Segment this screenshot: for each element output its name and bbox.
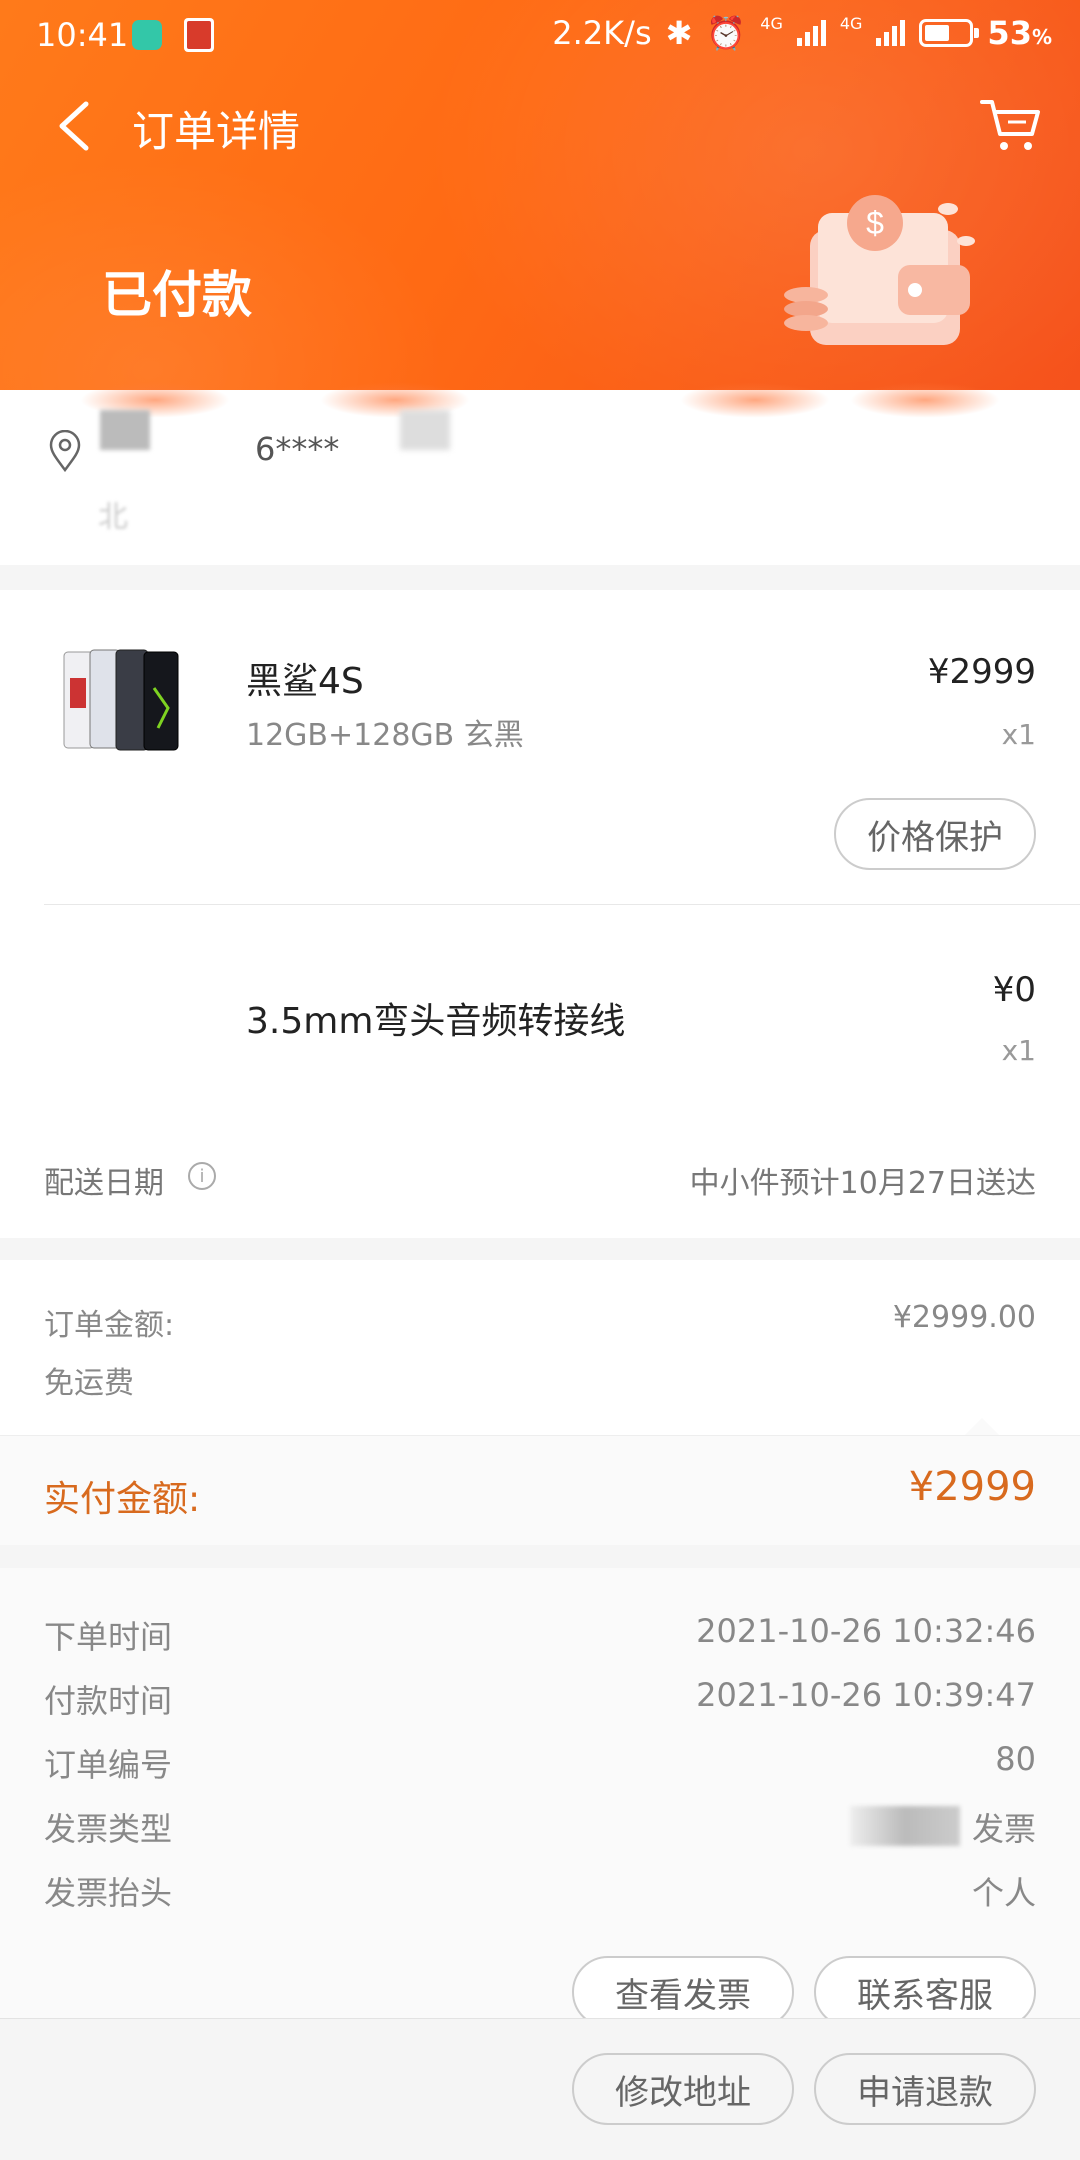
order-amount-label: 订单金额: xyxy=(44,1308,175,1343)
pay-time-value: 2021-10-26 10:39:47 xyxy=(696,1676,1036,1714)
item-quantity: x1 xyxy=(1001,718,1036,751)
recipient-phone: 6**** xyxy=(255,430,340,468)
redacted xyxy=(850,1806,960,1846)
order-time-value: 2021-10-26 10:32:46 xyxy=(696,1612,1036,1650)
status-bar: 10:41 2.2K/s ✱ ⏰ 4G 4G 53% xyxy=(0,0,1080,70)
decor xyxy=(850,382,1000,418)
address-card[interactable]: 6**** 北 xyxy=(0,382,1080,565)
battery-icon xyxy=(919,19,980,47)
invoice-title-value: 个人 xyxy=(971,1874,1036,1912)
invoice-title-label: 发票抬头 xyxy=(44,1874,173,1912)
gift-item-name[interactable]: 3.5mm弯头音频转接线 xyxy=(246,992,625,1044)
item-price: ¥2999 xyxy=(927,652,1036,692)
product-thumbnail[interactable] xyxy=(62,648,182,758)
network-type-2: 4G xyxy=(839,14,863,33)
decor xyxy=(680,382,830,418)
signal-icon xyxy=(876,20,906,46)
battery-level: 53% xyxy=(987,14,1052,52)
modify-address-button[interactable]: 修改地址 xyxy=(572,2053,794,2125)
item-name[interactable]: 黑鲨4S xyxy=(246,652,364,704)
signal-icon xyxy=(796,20,826,46)
address-line: 北 xyxy=(98,500,128,535)
nav-bar: 订单详情 xyxy=(0,80,1080,180)
bottom-action-bar: 修改地址 申请退款 xyxy=(0,2018,1080,2160)
invoice-type-value: 发票 xyxy=(971,1810,1036,1848)
redacted xyxy=(400,410,450,450)
order-number-value[interactable]: 80 xyxy=(995,1740,1036,1778)
delivery-date-label: 配送日期 xyxy=(44,1166,164,1201)
gift-item-price: ¥0 xyxy=(992,970,1036,1010)
status-time: 10:41 xyxy=(36,16,129,54)
back-arrow-icon[interactable] xyxy=(50,96,110,156)
paid-amount-label: 实付金额: xyxy=(44,1479,201,1520)
svg-text:$: $ xyxy=(866,205,884,241)
order-time-label: 下单时间 xyxy=(44,1618,173,1656)
securities-app-icon xyxy=(184,18,214,52)
cart-icon[interactable] xyxy=(978,94,1044,156)
alarm-icon: ⏰ xyxy=(706,14,747,52)
delivery-date-value: 中小件预计10月27日送达 xyxy=(689,1166,1036,1201)
amount-card: 订单金额: ¥2999.00 免运费 xyxy=(0,1260,1080,1436)
wallet-illustration-icon: $ xyxy=(784,195,975,345)
network-type-1: 4G xyxy=(760,14,783,33)
pay-time-label: 付款时间 xyxy=(44,1682,173,1720)
battery-saver-app-icon xyxy=(132,20,162,50)
location-pin-icon xyxy=(49,430,81,472)
page-title: 订单详情 xyxy=(132,107,301,156)
refund-button[interactable]: 申请退款 xyxy=(814,2053,1036,2125)
paid-amount-row: 实付金额: ¥2999 xyxy=(0,1435,1080,1545)
shipping-label: 免运费 xyxy=(44,1366,134,1401)
order-status: 已付款 xyxy=(102,266,252,324)
order-meta-card: 下单时间 2021-10-26 10:32:46 付款时间 2021-10-26… xyxy=(0,1568,1080,2028)
divider xyxy=(44,904,1080,905)
order-amount-value: ¥2999.00 xyxy=(892,1300,1036,1335)
info-icon[interactable]: i xyxy=(188,1162,216,1190)
gift-item-quantity: x1 xyxy=(1001,1034,1036,1067)
status-icons: 2.2K/s ✱ ⏰ 4G 4G 53% xyxy=(552,14,1052,52)
price-protection-button[interactable]: 价格保护 xyxy=(834,798,1036,870)
paid-amount-value: ¥2999 xyxy=(908,1464,1036,1510)
network-speed: 2.2K/s xyxy=(552,14,652,52)
order-number-label: 订单编号 xyxy=(44,1746,173,1784)
recipient-name-redacted xyxy=(100,410,150,450)
notch xyxy=(964,1418,1000,1436)
items-card: 黑鲨4S 12GB+128GB 玄黑 ¥2999 x1 价格保护 3.5mm弯头… xyxy=(0,590,1080,1238)
item-spec: 12GB+128GB 玄黑 xyxy=(246,718,524,753)
invoice-type-label: 发票类型 xyxy=(44,1810,173,1848)
bluetooth-icon: ✱ xyxy=(665,14,693,52)
order-header: 10:41 2.2K/s ✱ ⏰ 4G 4G 53% 订单详情 已付款 $ xyxy=(0,0,1080,390)
